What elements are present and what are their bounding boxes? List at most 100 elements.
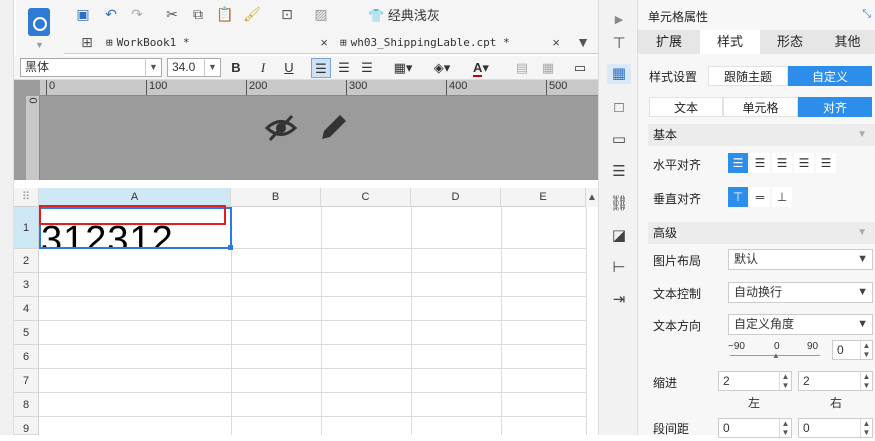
v-align-middle-icon[interactable]: ═ — [750, 187, 770, 207]
table-row — [39, 249, 586, 273]
collapse-icon[interactable]: ⤡ — [862, 8, 871, 21]
theme-button[interactable]: 👕 经典浅灰 — [368, 5, 440, 24]
close-icon[interactable]: × — [552, 35, 560, 50]
subtab-align[interactable]: 对齐 — [798, 97, 872, 117]
angle-slider[interactable]: −90 0 90 ▲ — [728, 341, 828, 361]
h-align-right-icon[interactable]: ☰ — [772, 153, 792, 173]
slider-thumb[interactable]: ▲ — [772, 351, 780, 360]
widget-icon[interactable]: ▭ — [609, 130, 629, 150]
section-advanced[interactable]: 高级 ▼ — [648, 222, 875, 244]
spinner-icon[interactable]: ▲ ▼ — [860, 419, 872, 437]
tree-icon[interactable]: ⊢ — [609, 258, 629, 278]
import-icon[interactable]: ⇥ — [609, 290, 629, 310]
tab-style[interactable]: 样式 — [700, 30, 760, 54]
spreadsheet-grid[interactable]: ⠿ A B C D E ▲ 1 2 3 4 5 6 7 8 9 312312 — [14, 188, 598, 435]
column-header-e[interactable]: E — [501, 188, 586, 207]
indent-label: 缩进 — [653, 376, 678, 390]
insert-cell-icon[interactable]: ⊡ — [276, 3, 298, 25]
table-row — [39, 393, 586, 417]
italic-button[interactable]: I — [253, 58, 273, 78]
text-direction-select[interactable]: 自定义角度 ▼ — [728, 314, 873, 335]
row-header-4[interactable]: 4 — [14, 297, 39, 321]
row-header-6[interactable]: 6 — [14, 345, 39, 369]
grid-icon[interactable]: ⊞ — [76, 31, 98, 53]
fill-handle[interactable] — [228, 245, 233, 250]
link-icon[interactable]: ⛓ — [609, 194, 629, 214]
tab-shape[interactable]: 形态 — [760, 30, 820, 54]
spinner-icon[interactable]: ▲ ▼ — [779, 372, 791, 390]
tab-menu-icon[interactable]: ▼ — [572, 31, 594, 53]
copy-icon[interactable]: ⧉ — [187, 3, 209, 25]
h-align-justify-icon[interactable]: ☰ — [794, 153, 814, 173]
border-button[interactable]: ▦▾ — [388, 58, 418, 78]
row-header-2[interactable]: 2 — [14, 249, 39, 273]
text-control-select[interactable]: 自动换行 ▼ — [728, 282, 873, 303]
h-align-left-icon[interactable]: ☰ — [728, 153, 748, 173]
save-icon[interactable]: ▣ — [72, 3, 94, 25]
h-align-distributed-icon[interactable]: ☰ — [816, 153, 836, 173]
row-header-1[interactable]: 1 — [14, 207, 39, 249]
tab-shipping-lable[interactable]: ⊞ wh03_ShippingLable.cpt * × — [340, 30, 564, 54]
h-align-center-icon[interactable]: ☰ — [750, 153, 770, 173]
spinner-icon[interactable]: ▲ ▼ — [779, 419, 791, 437]
hide-icon[interactable] — [264, 111, 298, 145]
undo-icon[interactable]: ↶ — [100, 3, 122, 25]
merge-icon[interactable]: ▤ — [512, 58, 532, 78]
row-header-8[interactable]: 8 — [14, 393, 39, 417]
chart-icon[interactable]: ◪ — [609, 226, 629, 246]
section-basic[interactable]: 基本 ▼ — [648, 124, 875, 146]
paste-icon[interactable]: 📋 — [214, 3, 236, 25]
font-name-select[interactable]: 黑体 ▼ — [20, 58, 162, 77]
edit-icon[interactable] — [316, 111, 350, 145]
row-header-9[interactable]: 9 — [14, 417, 39, 435]
row-header-5[interactable]: 5 — [14, 321, 39, 345]
image-icon[interactable]: ▨ — [310, 3, 332, 25]
chevron-right-icon[interactable]: ▶ — [609, 10, 629, 30]
align-center-button[interactable]: ☰ — [334, 58, 354, 78]
angle-input[interactable]: 0 ▲ ▼ — [832, 340, 873, 360]
horizontal-ruler: 0 100 200 300 400 500 — [40, 80, 598, 96]
more-icon[interactable]: ▭ — [570, 58, 590, 78]
para-spacing-left-input[interactable]: 0 ▲ ▼ — [718, 418, 792, 438]
row-header-7[interactable]: 7 — [14, 369, 39, 393]
column-header-c[interactable]: C — [321, 188, 411, 207]
indent-left-input[interactable]: 2 ▲ ▼ — [718, 371, 792, 391]
spinner-icon[interactable]: ▲ ▼ — [860, 372, 872, 390]
cell-element-icon[interactable]: ⊤ — [609, 34, 629, 54]
column-header-d[interactable]: D — [411, 188, 501, 207]
scroll-up-icon[interactable]: ▲ — [586, 188, 598, 207]
condition-icon[interactable]: ☰ — [609, 162, 629, 182]
row-header-3[interactable]: 3 — [14, 273, 39, 297]
column-header-b[interactable]: B — [231, 188, 321, 207]
follow-theme-option[interactable]: 跟随主题 — [708, 66, 788, 86]
float-element-icon[interactable]: □ — [609, 98, 629, 118]
subtab-text[interactable]: 文本 — [649, 97, 723, 117]
indent-right-input[interactable]: 2 ▲ ▼ — [798, 371, 873, 391]
new-file-menu[interactable]: ▼ — [16, 0, 64, 56]
align-right-button[interactable]: ☰ — [357, 58, 377, 78]
font-color-button[interactable]: A▾ — [466, 58, 496, 78]
tab-expand[interactable]: 扩展 — [638, 30, 700, 54]
select-all-corner[interactable]: ⠿ — [14, 188, 39, 207]
para-spacing-right-input[interactable]: 0 ▲ ▼ — [798, 418, 873, 438]
font-size-select[interactable]: 34.0 ▼ — [167, 58, 221, 77]
cut-icon[interactable]: ✂ — [161, 3, 183, 25]
custom-option[interactable]: 自定义 — [788, 66, 872, 86]
redo-icon[interactable]: ↷ — [126, 3, 148, 25]
cell-attribute-icon[interactable]: ▦ — [607, 64, 631, 84]
fill-color-button[interactable]: ◈▾ — [427, 58, 457, 78]
align-left-button[interactable]: ☰ — [311, 58, 331, 78]
tab-other[interactable]: 其他 — [820, 30, 875, 54]
bold-button[interactable]: B — [226, 58, 246, 78]
subtab-cell[interactable]: 单元格 — [723, 97, 798, 117]
v-align-bottom-icon[interactable]: ⊥ — [772, 187, 792, 207]
format-painter-icon[interactable]: 🖌 — [241, 3, 263, 25]
split-icon[interactable]: ▦ — [538, 58, 558, 78]
tab-workbook1[interactable]: ⊞ WorkBook1 * × — [106, 30, 332, 54]
underline-button[interactable]: U — [279, 58, 299, 78]
left-collapsed-panel[interactable] — [0, 0, 14, 435]
spinner-icon[interactable]: ▲ ▼ — [860, 341, 872, 359]
close-icon[interactable]: × — [320, 35, 328, 50]
v-align-top-icon[interactable]: ⊤ — [728, 187, 748, 207]
image-layout-select[interactable]: 默认 ▼ — [728, 249, 873, 270]
